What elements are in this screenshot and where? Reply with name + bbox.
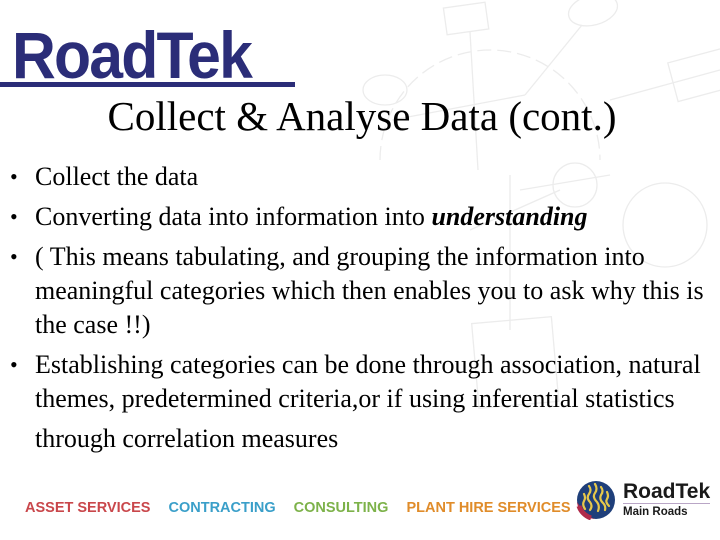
bullet-list: • Collect the data • Converting data int… <box>10 160 715 456</box>
roadtek-logo: RoadTek <box>0 18 295 92</box>
bullet-item: • Converting data into information into … <box>10 200 715 234</box>
bullet-text: Establishing categories can be done thro… <box>35 350 701 413</box>
service-contracting: CONTRACTING <box>168 500 276 516</box>
bullet-text: Collect the data <box>35 162 199 191</box>
emphasis-text: understanding <box>431 202 588 231</box>
bullet-item: • Establishing categories can be done th… <box>10 348 715 416</box>
service-consulting: CONSULTING <box>293 500 389 516</box>
bullet-dot: • <box>10 204 18 229</box>
bullet-text: ( This means tabulating, and grouping th… <box>35 242 704 339</box>
bullet-dot: • <box>10 244 18 269</box>
footer-services: ASSET SERVICES CONTRACTING CONSULTING PL… <box>25 500 585 516</box>
bullet-dot: • <box>10 164 18 189</box>
bullet-item: • Collect the data <box>10 160 715 194</box>
brand-subtitle: Main Roads <box>623 502 711 518</box>
continuation-text: through correlation measures <box>35 424 339 453</box>
service-asset: ASSET SERVICES <box>25 500 151 516</box>
slide-title: Collect & Analyse Data (cont.) <box>107 93 617 139</box>
logo-text: RoadTek <box>12 18 253 92</box>
bullet-dot: • <box>10 352 18 377</box>
brand-logo: RoadTek Main Roads <box>575 478 711 520</box>
logo-underline <box>0 82 295 87</box>
roadtek-emblem-icon <box>576 481 615 520</box>
brand-name: RoadTek <box>623 479 711 503</box>
bullet-text: Converting data into information into <box>35 202 432 231</box>
bullet-item: • ( This means tabulating, and grouping … <box>10 240 715 342</box>
service-plant-hire: PLANT HIRE SERVICES <box>406 500 571 516</box>
